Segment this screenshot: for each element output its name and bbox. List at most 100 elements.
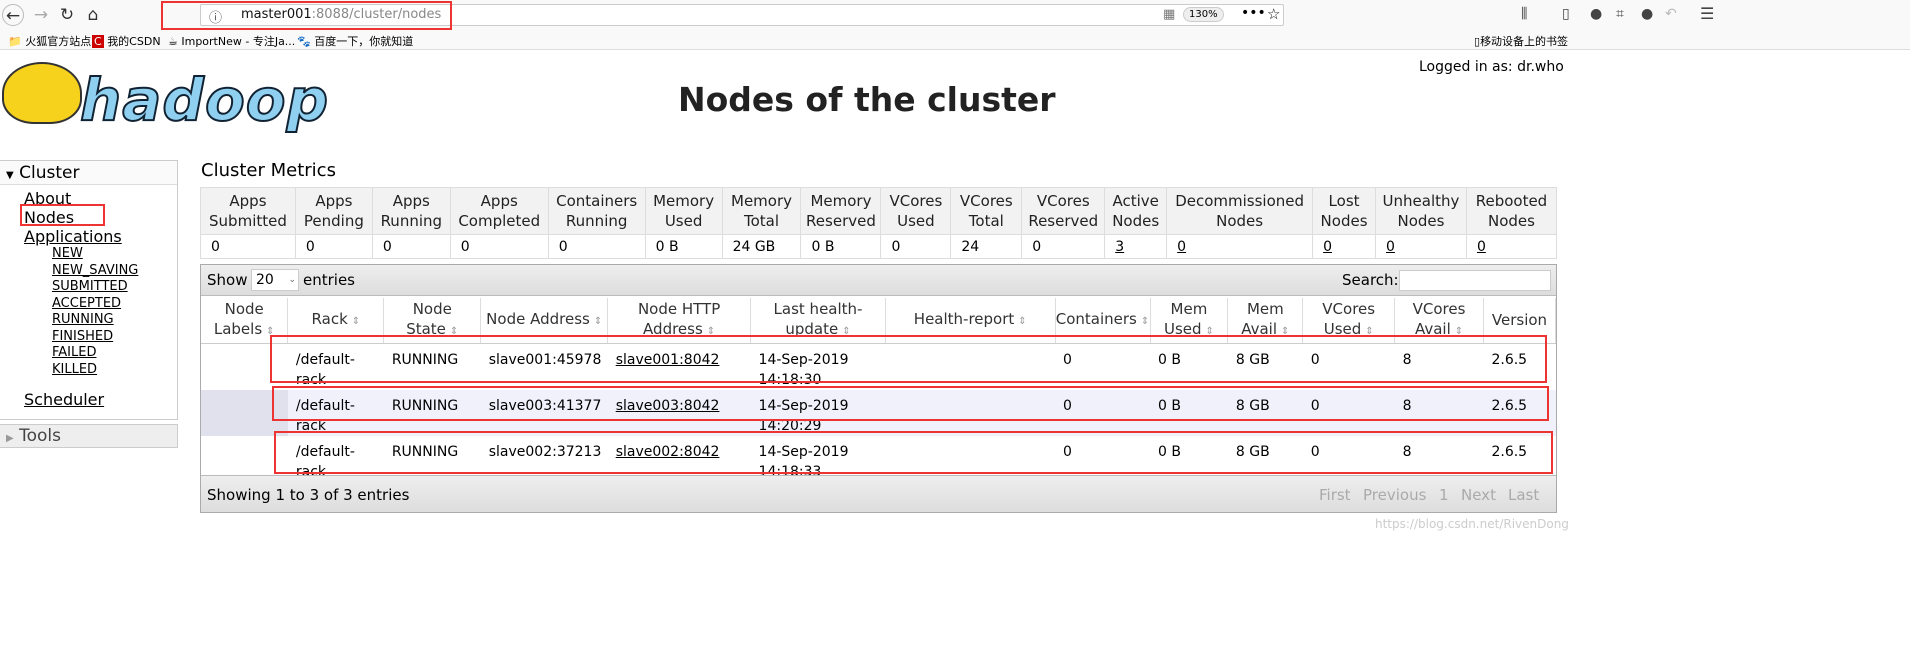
account-icon[interactable]: ● (1590, 6, 1602, 22)
header-line: Running (565, 212, 628, 230)
column-header[interactable]: VCores Used ⇕ (1302, 298, 1396, 344)
metrics-link[interactable]: 0 (1386, 239, 1395, 255)
column-header[interactable]: Mem Used ⇕ (1150, 298, 1229, 344)
header-line: Rebooted (1475, 192, 1548, 210)
sidebar-item-accepted[interactable]: ACCEPTED (0, 296, 177, 313)
menu-icon[interactable]: ☰ (1700, 4, 1714, 23)
node-http-link[interactable]: slave002:8042 (616, 444, 720, 460)
url-bar[interactable]: ⓘ master001:8088/cluster/nodes ▦ 130% ••… (200, 4, 1284, 26)
metrics-link[interactable]: 0 (1177, 239, 1186, 255)
undo-icon[interactable]: ↶ (1665, 6, 1677, 22)
column-header[interactable]: Node State ⇕ (383, 298, 482, 344)
sidebar-icon[interactable]: ▯ (1562, 6, 1570, 22)
value: 0 B (811, 238, 835, 255)
column-header[interactable]: Node Labels ⇕ (201, 298, 289, 344)
zoom-level-badge[interactable]: 130% (1183, 7, 1224, 22)
qr-code-icon[interactable]: ▦ (1163, 7, 1175, 22)
bookmark-importnew[interactable]: ☕ ImportNew - 专注Ja... (168, 33, 295, 49)
table-cell[interactable]: slave003:8042 (607, 389, 751, 436)
sidebar-item-new[interactable]: NEW (0, 246, 177, 263)
metrics-header: Unhealthy Nodes (1375, 187, 1467, 235)
metrics-value: 0 (547, 234, 646, 259)
forward-button[interactable]: → (30, 4, 52, 26)
pager-previous[interactable]: Previous (1363, 486, 1426, 504)
metrics-value[interactable]: 0 (1465, 234, 1558, 259)
pager-page-1[interactable]: 1 (1439, 486, 1449, 504)
column-header[interactable]: Node HTTP Address ⇕ (607, 298, 752, 344)
sidebar-item-failed[interactable]: FAILED (0, 345, 177, 362)
screenshot-icon[interactable]: ⌗ (1616, 6, 1624, 22)
home-button[interactable]: ⌂ (82, 4, 104, 26)
library-icon[interactable]: ⫼ (1521, 6, 1527, 22)
column-header[interactable]: Health-report ⇕ (885, 298, 1056, 344)
metrics-value[interactable]: 0 (1166, 234, 1314, 259)
column-header[interactable]: Mem Avail ⇕ (1227, 298, 1304, 344)
value: 0 B (655, 238, 679, 255)
sidebar-tools-header[interactable]: ▶ Tools (0, 424, 178, 448)
sidebar-item-nodes[interactable]: Nodes (0, 208, 177, 227)
cell-text: 8 GB (1235, 443, 1270, 460)
bookmark-label: 火狐官方站点 (25, 35, 92, 48)
sidebar-item-running[interactable]: RUNNING (0, 312, 177, 329)
header-line: Total (744, 212, 780, 230)
metrics-link[interactable]: 3 (1115, 239, 1124, 255)
pager-first[interactable]: First (1319, 486, 1351, 504)
bookmark-csdn[interactable]: C 我的CSDN (92, 33, 161, 49)
pager-last[interactable]: Last (1508, 486, 1539, 504)
table-cell[interactable]: slave001:8042 (608, 343, 751, 390)
more-actions-icon[interactable]: ••• (1241, 5, 1266, 21)
metrics-value: 24 GB (721, 234, 802, 259)
metrics-link[interactable]: 0 (1323, 239, 1332, 255)
column-header[interactable]: Version (1483, 298, 1557, 344)
header-line: Last health- (773, 299, 863, 318)
value: 0 (305, 238, 315, 255)
sidebar-item-submitted[interactable]: SUBMITTED (0, 279, 177, 296)
sidebar-cluster-header[interactable]: ▼ Cluster (0, 161, 177, 185)
sidebar-item-about[interactable]: About (0, 189, 177, 208)
sidebar-item-scheduler[interactable]: Scheduler (0, 390, 177, 409)
column-header[interactable]: Last health-update ⇕ (750, 298, 886, 344)
sidebar-item-applications[interactable]: Applications (0, 227, 177, 246)
metrics-link[interactable]: 0 (1477, 239, 1486, 255)
pager-next[interactable]: Next (1461, 486, 1496, 504)
metrics-header: VCores Reserved (1021, 187, 1106, 235)
cell-text: 0 B (1158, 397, 1181, 414)
metrics-value[interactable]: 0 (1312, 234, 1376, 259)
metrics-value: 0 (449, 234, 549, 259)
header-line: Used (897, 212, 935, 230)
column-header[interactable]: Rack ⇕ (287, 298, 385, 344)
csdn-icon: C (92, 35, 104, 48)
reload-button[interactable]: ↻ (56, 4, 78, 26)
column-header[interactable]: VCores Avail ⇕ (1394, 298, 1484, 344)
table-cell: 8 (1394, 389, 1484, 436)
sort-icon: ⇕ (593, 315, 603, 327)
metrics-header: Memory Total (721, 187, 802, 235)
column-header[interactable]: Node Address ⇕ (480, 298, 609, 344)
table-cell: /default-rack (287, 389, 384, 436)
sidebar-item-killed[interactable]: KILLED (0, 362, 177, 379)
entries-select[interactable]: 20 ⌄ (251, 269, 299, 291)
sort-icon: ⇕ (1281, 325, 1290, 337)
metrics-header: Rebooted Nodes (1465, 187, 1558, 235)
sidebar-item-new-saving[interactable]: NEW_SAVING (0, 263, 177, 280)
header-line: VCores (959, 192, 1013, 210)
back-button[interactable]: ← (2, 4, 24, 26)
metrics-value[interactable]: 0 (1375, 234, 1467, 259)
node-http-link[interactable]: slave001:8042 (616, 352, 720, 368)
sidebar-item-finished[interactable]: FINISHED (0, 329, 177, 346)
search-input[interactable] (1399, 270, 1551, 291)
cell-text: 0 B (1158, 351, 1181, 368)
elephant-icon (2, 62, 82, 124)
metrics-value[interactable]: 3 (1104, 234, 1168, 259)
bookmark-star-icon[interactable]: ☆ (1267, 5, 1280, 23)
chat-icon[interactable]: ● (1641, 6, 1653, 22)
info-icon[interactable]: ⓘ (209, 7, 222, 26)
node-http-link[interactable]: slave003:8042 (616, 398, 720, 414)
bookmark-firefox[interactable]: 📁 火狐官方站点 (8, 33, 91, 49)
mobile-bookmarks[interactable]: ▯移动设备上的书签 (1474, 33, 1568, 49)
bookmark-baidu[interactable]: 🐾 百度一下，你就知道 (297, 33, 413, 49)
column-header[interactable]: Containers ⇕ (1055, 298, 1151, 344)
baidu-icon: 🐾 (297, 35, 311, 48)
sort-icon: ⇕ (1365, 325, 1374, 337)
value: 0 (891, 238, 901, 255)
